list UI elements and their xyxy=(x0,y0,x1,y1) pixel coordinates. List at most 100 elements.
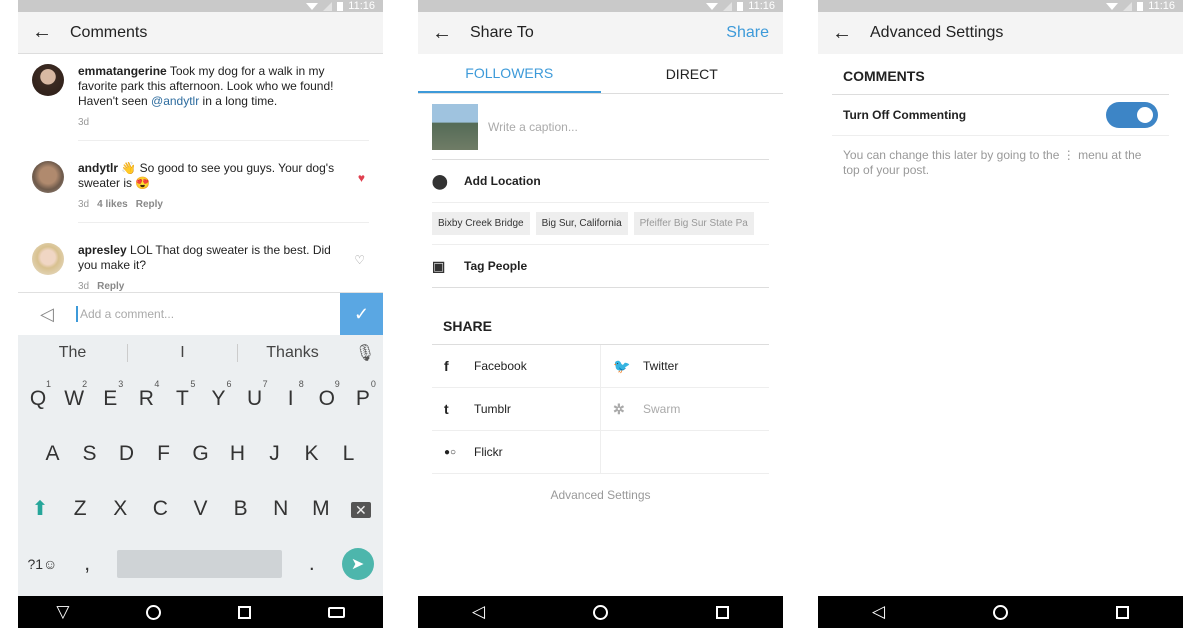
network-row: t Tumblr ✲ Swarm xyxy=(432,388,769,431)
key[interactable]: 9O xyxy=(312,379,342,411)
twitter-icon: 🐦 xyxy=(613,357,631,374)
key[interactable]: A xyxy=(38,442,68,466)
suggestion-strip: The I Thanks 🎙 xyxy=(18,335,383,371)
comment-username[interactable]: emmatangerine xyxy=(78,64,167,78)
comment-mention[interactable]: @andytlr xyxy=(151,94,199,108)
keyboard-switch-icon[interactable] xyxy=(327,606,345,618)
key-number: 6 xyxy=(226,378,232,389)
comment-username[interactable]: andytlr xyxy=(78,161,118,175)
post-comment-button[interactable]: ✓ xyxy=(340,292,383,336)
avatar[interactable] xyxy=(32,161,64,193)
space-key[interactable] xyxy=(116,549,282,578)
nav-back-icon[interactable]: ◁ xyxy=(472,602,485,622)
status-time: 11:16 xyxy=(1148,0,1175,12)
share-button[interactable]: Share xyxy=(726,24,769,42)
heart-icon[interactable]: ♥ xyxy=(358,171,365,185)
advanced-settings-link[interactable]: Advanced Settings xyxy=(418,488,783,502)
key[interactable]: M xyxy=(306,497,336,521)
key[interactable]: 3E xyxy=(95,379,125,411)
nav-recents-icon[interactable] xyxy=(1116,605,1129,619)
key[interactable]: 7U xyxy=(240,379,270,411)
key[interactable]: 6Y xyxy=(204,379,234,411)
key[interactable]: K xyxy=(297,442,327,466)
key-label: Q xyxy=(29,386,47,410)
key[interactable]: 1Q xyxy=(23,379,53,411)
key[interactable]: L xyxy=(334,442,364,466)
share-swarm[interactable]: ✲ Swarm xyxy=(601,388,769,430)
comment-username[interactable]: apresley xyxy=(78,243,127,257)
key[interactable]: H xyxy=(223,442,253,466)
share-twitter[interactable]: 🐦 Twitter xyxy=(601,345,769,387)
direct-send-icon[interactable]: ◁ xyxy=(18,304,76,325)
add-location-row[interactable]: ⬤ Add Location xyxy=(432,160,769,203)
battery-icon xyxy=(337,1,344,11)
nav-back-icon[interactable]: ▽ xyxy=(56,602,69,622)
app-bar: ← Advanced Settings xyxy=(818,12,1183,54)
enter-send-key[interactable]: ➤ xyxy=(341,547,374,580)
share-flickr[interactable]: ●○ Flickr xyxy=(432,431,601,473)
comment-list: emmatangerine Took my dog for a walk in … xyxy=(18,54,383,314)
key[interactable]: G xyxy=(186,442,216,466)
tab-followers[interactable]: FOLLOWERS xyxy=(418,54,601,93)
heart-outline-icon[interactable]: ♡ xyxy=(354,253,365,267)
commenting-toggle[interactable] xyxy=(1106,102,1158,128)
send-arrow-icon: ➤ xyxy=(350,555,365,573)
reply-link[interactable]: Reply xyxy=(136,199,163,210)
suggestion-2[interactable]: I xyxy=(128,344,237,362)
key[interactable]: D xyxy=(112,442,142,466)
nav-home-icon[interactable] xyxy=(993,604,1009,620)
key[interactable]: S xyxy=(75,442,105,466)
shift-icon[interactable]: ⬆ xyxy=(25,496,55,521)
microphone-icon[interactable]: 🎙 xyxy=(347,343,383,363)
symbols-key[interactable]: ?1☺ xyxy=(27,556,57,572)
comment-body: emmatangerine Took my dog for a walk in … xyxy=(78,64,369,141)
key-number: 3 xyxy=(118,378,124,389)
comment-meta: 3d xyxy=(78,115,339,130)
key[interactable]: F xyxy=(149,442,179,466)
tab-direct[interactable]: DIRECT xyxy=(601,54,784,93)
comment-body: andytlr 👋 So good to see you guys. Your … xyxy=(78,161,369,223)
app-bar: ← Comments xyxy=(18,12,383,54)
nav-recents-icon[interactable] xyxy=(716,605,729,619)
comment-input[interactable]: Add a comment... xyxy=(76,306,340,322)
comma-key[interactable]: , xyxy=(72,552,102,576)
nav-recents-icon[interactable] xyxy=(237,605,251,619)
key[interactable]: 8I xyxy=(276,379,306,411)
back-arrow-icon[interactable]: ← xyxy=(832,22,870,45)
location-chip[interactable]: Big Sur, California xyxy=(535,212,628,235)
share-tumblr[interactable]: t Tumblr xyxy=(432,388,601,430)
key[interactable]: V xyxy=(185,497,215,521)
share-facebook[interactable]: f Facebook xyxy=(432,345,601,387)
key[interactable]: C xyxy=(145,497,175,521)
key[interactable]: X xyxy=(105,497,135,521)
nav-home-icon[interactable] xyxy=(146,604,162,620)
suggestion-3[interactable]: Thanks xyxy=(238,344,347,362)
nav-home-icon[interactable] xyxy=(593,604,609,620)
back-arrow-icon[interactable]: ← xyxy=(32,21,70,44)
key-number: 7 xyxy=(262,378,268,389)
avatar[interactable] xyxy=(32,64,64,96)
key[interactable]: B xyxy=(226,497,256,521)
period-key[interactable]: . xyxy=(297,552,327,576)
key[interactable]: Z xyxy=(65,497,95,521)
reply-link[interactable]: Reply xyxy=(97,281,124,292)
location-chip[interactable]: Pfeiffer Big Sur State Pa xyxy=(633,212,754,235)
backspace-key[interactable]: ✕ xyxy=(346,497,376,521)
key[interactable]: 0P xyxy=(348,379,378,411)
back-arrow-icon[interactable]: ← xyxy=(432,22,470,45)
nav-back-icon[interactable]: ◁ xyxy=(872,602,885,622)
tag-people-row[interactable]: ▣ Tag People xyxy=(432,245,769,288)
key[interactable]: 4R xyxy=(131,379,161,411)
suggestion-1[interactable]: The xyxy=(18,344,127,362)
help-text-before: You can change this later by going to th… xyxy=(843,148,1060,162)
location-chip[interactable]: Bixby Creek Bridge xyxy=(432,212,530,235)
likes-count[interactable]: 4 likes xyxy=(97,199,128,210)
key[interactable]: N xyxy=(266,497,296,521)
key[interactable]: 5T xyxy=(167,379,197,411)
key[interactable]: 2W xyxy=(59,379,89,411)
flickr-icon: ●○ xyxy=(444,446,457,458)
avatar[interactable] xyxy=(32,243,64,275)
caption-input[interactable]: Write a caption... xyxy=(488,120,578,134)
network-label: Facebook xyxy=(474,359,527,373)
key[interactable]: J xyxy=(260,442,290,466)
